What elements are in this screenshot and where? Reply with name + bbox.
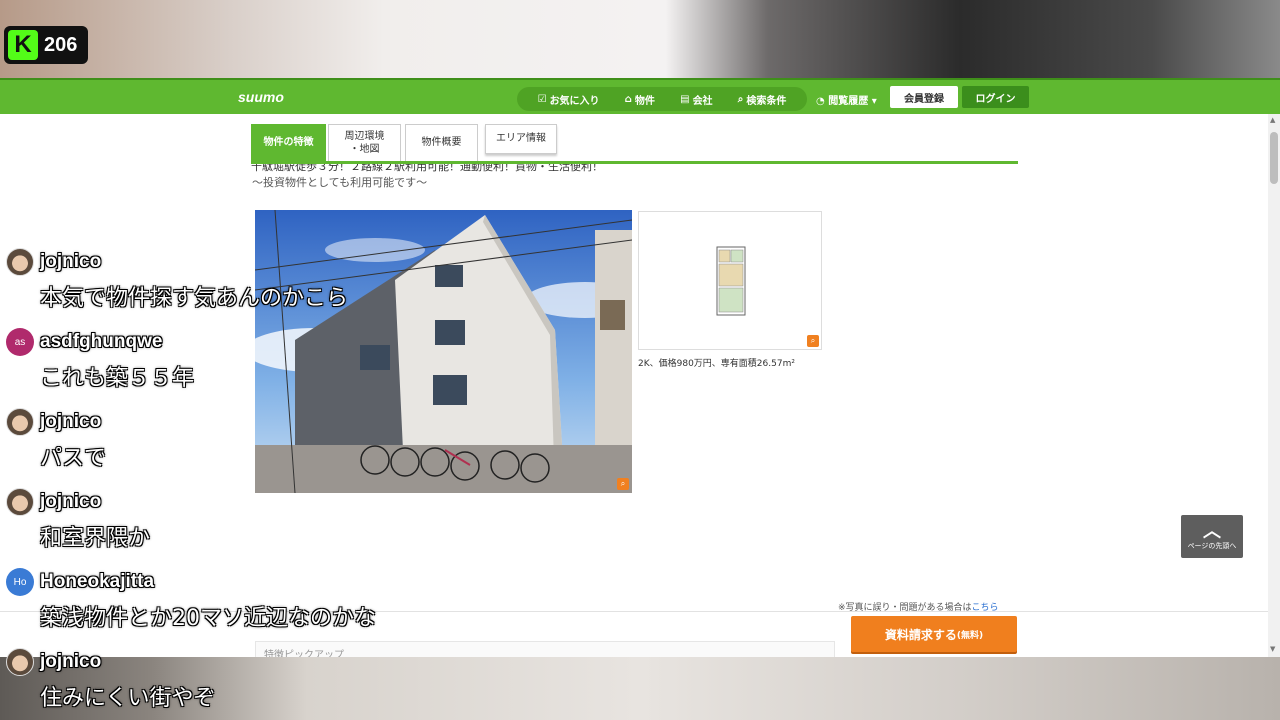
- search-icon: ⌕: [737, 93, 744, 105]
- scroll-down-arrow-icon[interactable]: ▼: [1270, 645, 1275, 653]
- nav-property[interactable]: ⌂ 物件: [625, 92, 655, 107]
- chat-text: 本気で物件探す気あんのかこら: [40, 286, 349, 311]
- feature-pickup-heading: 特徴ピックアップ: [255, 641, 835, 657]
- register-button[interactable]: 会員登録: [890, 86, 958, 108]
- webcam-background-top: [0, 0, 1280, 78]
- history-dropdown[interactable]: ◔ 閲覧履歴 ▾: [816, 92, 877, 107]
- nav-favorites[interactable]: ☑ お気に入り: [538, 92, 600, 107]
- tab-surroundings-map[interactable]: 周辺環境 ・地図: [328, 124, 401, 162]
- chat-text: 和室界隈か: [40, 526, 151, 551]
- zoom-icon[interactable]: ⌕: [617, 478, 629, 490]
- chat-username: jojnico: [40, 251, 102, 272]
- tab-overview[interactable]: 物件概要: [405, 124, 478, 162]
- chat-text: 築浅物件とか20マソ近辺なのかな: [40, 606, 376, 631]
- page-scrollbar[interactable]: ▲ ▼: [1268, 114, 1280, 657]
- floorplan-thumbnail[interactable]: ⌕: [638, 211, 822, 350]
- viewer-count: 206: [44, 33, 78, 56]
- property-subheadline: ～投資物件としても利用可能です～: [252, 176, 428, 189]
- suumo-logo[interactable]: suumo: [238, 89, 284, 105]
- building-photo[interactable]: ⌕: [255, 210, 632, 493]
- nav-company[interactable]: ▤ 会社: [680, 92, 712, 107]
- chat-username: asdfghunqwe: [40, 331, 163, 352]
- nav-search-conditions[interactable]: ⌕ 検索条件: [738, 92, 787, 107]
- avatar: as: [6, 328, 34, 356]
- scrollbar-thumb[interactable]: [1270, 132, 1278, 184]
- tab-features[interactable]: 物件の特徴: [251, 124, 326, 162]
- header-nav: ☑ お気に入り ⌂ 物件 ▤ 会社 ⌕ 検索条件: [517, 87, 807, 111]
- chat-text: 住みにくい街やぞ: [40, 686, 216, 711]
- chevron-up-icon: ︿: [1203, 520, 1221, 542]
- viewer-count-badge: K 206: [4, 26, 88, 64]
- avatar: [6, 648, 34, 676]
- chevron-down-icon: ▾: [868, 96, 877, 107]
- avatar: Ho: [6, 568, 34, 596]
- floorplan-caption: 2K、価格980万円、専有面積26.57m²: [638, 359, 795, 369]
- chat-text: パスで: [40, 446, 107, 471]
- tab-underline: [251, 161, 1018, 164]
- tab-area-info[interactable]: エリア情報: [485, 124, 557, 154]
- avatar: [6, 408, 34, 436]
- heart-icon: ☑: [537, 93, 547, 105]
- login-button[interactable]: ログイン: [962, 86, 1029, 108]
- scroll-up-arrow-icon[interactable]: ▲: [1270, 116, 1275, 124]
- chat-username: jojnico: [40, 651, 102, 672]
- scroll-to-top-button[interactable]: ︿ ページの先頭へ: [1181, 515, 1243, 558]
- chat-username: jojnico: [40, 411, 102, 432]
- site-header: suumo ☑ お気に入り ⌂ 物件 ▤ 会社 ⌕ 検索条件 ◔ 閲覧履歴 ▾ 会員登録…: [0, 78, 1280, 114]
- home-icon: ⌂: [624, 93, 632, 105]
- chat-text: これも築５５年: [40, 366, 195, 391]
- avatar: [6, 248, 34, 276]
- kick-logo-icon: K: [8, 30, 38, 60]
- chat-username: Honeokajitta: [40, 571, 155, 592]
- clock-icon: ◔: [816, 96, 829, 107]
- chat-username: jojnico: [40, 491, 102, 512]
- zoom-icon[interactable]: ⌕: [807, 335, 819, 347]
- avatar: [6, 488, 34, 516]
- request-info-button[interactable]: 資料請求する (無料): [851, 616, 1017, 652]
- building-icon: ▤: [680, 93, 690, 105]
